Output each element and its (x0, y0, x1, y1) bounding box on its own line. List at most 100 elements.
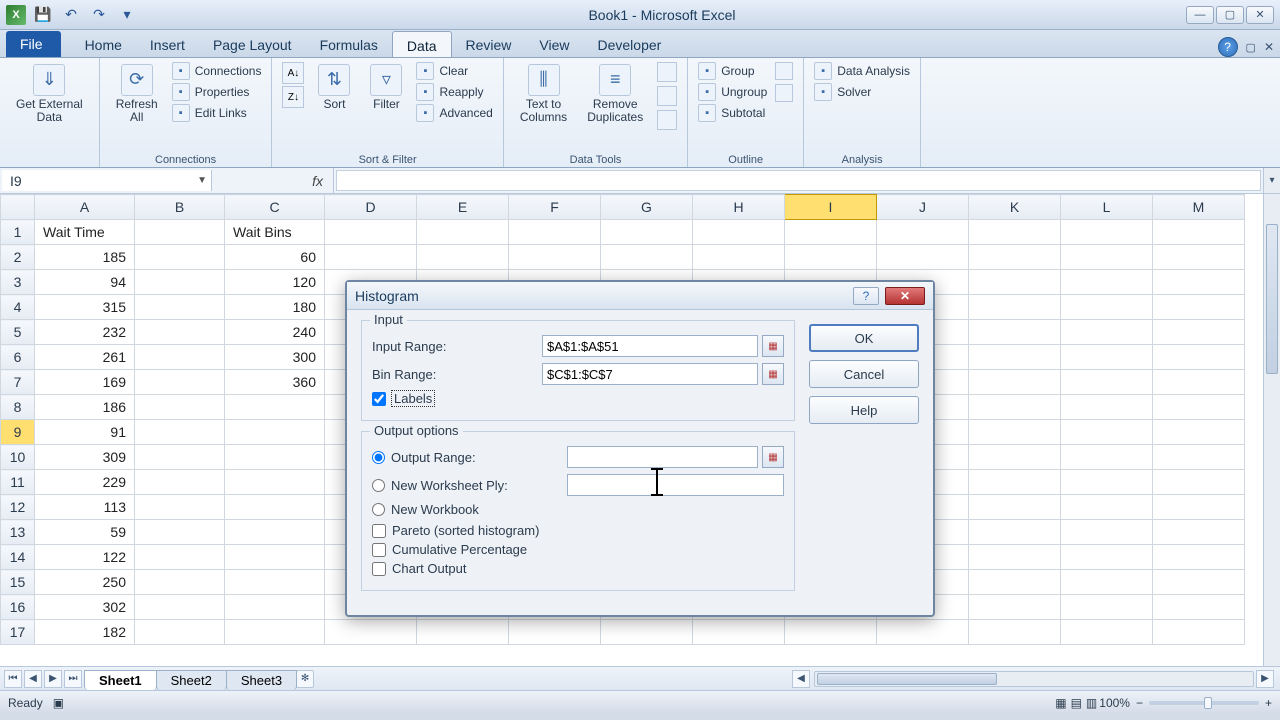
cell-A15[interactable]: 250 (35, 570, 135, 595)
cell-G1[interactable] (601, 220, 693, 245)
cell-L9[interactable] (1061, 420, 1153, 445)
cell-B4[interactable] (135, 295, 225, 320)
formula-bar[interactable] (336, 170, 1261, 191)
cell-B3[interactable] (135, 270, 225, 295)
cell-K16[interactable] (969, 595, 1061, 620)
row-header-2[interactable]: 2 (1, 245, 35, 270)
cell-L16[interactable] (1061, 595, 1153, 620)
cell-I1[interactable] (785, 220, 877, 245)
cancel-button[interactable]: Cancel (809, 360, 919, 388)
redo-icon[interactable]: ↷ (88, 4, 110, 26)
cell-B11[interactable] (135, 470, 225, 495)
cell-A2[interactable]: 185 (35, 245, 135, 270)
cell-L12[interactable] (1061, 495, 1153, 520)
cell-M6[interactable] (1153, 345, 1245, 370)
row-header-17[interactable]: 17 (1, 620, 35, 645)
help-icon[interactable]: ? (1218, 37, 1238, 57)
cumulative-checkbox[interactable] (372, 543, 386, 557)
cell-B5[interactable] (135, 320, 225, 345)
cell-K17[interactable] (969, 620, 1061, 645)
cell-M10[interactable] (1153, 445, 1245, 470)
horizontal-scrollbar[interactable] (814, 671, 1254, 687)
cell-K7[interactable] (969, 370, 1061, 395)
cell-C17[interactable] (225, 620, 325, 645)
cell-M14[interactable] (1153, 545, 1245, 570)
analysis-solver-button[interactable]: ▪Solver (814, 83, 910, 101)
cell-A7[interactable]: 169 (35, 370, 135, 395)
analysis-data-analysis-button[interactable]: ▪Data Analysis (814, 62, 910, 80)
hide-detail-icon[interactable] (775, 84, 793, 102)
cell-C3[interactable]: 120 (225, 270, 325, 295)
cell-A17[interactable]: 182 (35, 620, 135, 645)
col-header-I[interactable]: I (785, 195, 877, 220)
show-detail-icon[interactable] (775, 62, 793, 80)
input-range-picker-icon[interactable]: ▦ (762, 335, 784, 357)
tab-insert[interactable]: Insert (136, 31, 199, 57)
dialog-help-icon[interactable]: ? (853, 287, 879, 305)
row-header-14[interactable]: 14 (1, 545, 35, 570)
cell-B7[interactable] (135, 370, 225, 395)
output-range-field[interactable] (567, 446, 758, 468)
cell-M2[interactable] (1153, 245, 1245, 270)
col-header-M[interactable]: M (1153, 195, 1245, 220)
outline-group-button[interactable]: ▪Group (698, 62, 767, 80)
col-header-F[interactable]: F (509, 195, 601, 220)
cell-C15[interactable] (225, 570, 325, 595)
sort-button[interactable]: ⇅ Sort (312, 62, 356, 113)
col-header-L[interactable]: L (1061, 195, 1153, 220)
view-break-icon[interactable]: ▥ (1086, 696, 1097, 710)
cell-C1[interactable]: Wait Bins (225, 220, 325, 245)
cell-M16[interactable] (1153, 595, 1245, 620)
conn-properties-button[interactable]: ▪Properties (172, 83, 262, 101)
row-header-8[interactable]: 8 (1, 395, 35, 420)
conn-edit-links-button[interactable]: ▪Edit Links (172, 104, 262, 122)
tab-developer[interactable]: Developer (584, 31, 676, 57)
cell-K1[interactable] (969, 220, 1061, 245)
ok-button[interactable]: OK (809, 324, 919, 352)
data-validation-icon[interactable] (657, 62, 677, 82)
output-range-picker-icon[interactable]: ▦ (762, 446, 784, 468)
cell-M9[interactable] (1153, 420, 1245, 445)
save-icon[interactable]: 💾 (32, 4, 54, 26)
consolidate-icon[interactable] (657, 86, 677, 106)
cell-I2[interactable] (785, 245, 877, 270)
col-header-B[interactable]: B (135, 195, 225, 220)
cell-K3[interactable] (969, 270, 1061, 295)
select-all-cell[interactable] (1, 195, 35, 220)
output-range-radio-label[interactable]: Output Range: (372, 450, 567, 465)
zoom-out-button[interactable]: − (1136, 696, 1143, 710)
last-sheet-button[interactable]: ⏭ (64, 670, 82, 688)
zoom-slider[interactable] (1149, 701, 1259, 705)
row-header-7[interactable]: 7 (1, 370, 35, 395)
col-header-J[interactable]: J (877, 195, 969, 220)
row-header-1[interactable]: 1 (1, 220, 35, 245)
cell-C7[interactable]: 360 (225, 370, 325, 395)
cell-L17[interactable] (1061, 620, 1153, 645)
cell-A12[interactable]: 113 (35, 495, 135, 520)
cell-L7[interactable] (1061, 370, 1153, 395)
cell-J2[interactable] (877, 245, 969, 270)
cell-M5[interactable] (1153, 320, 1245, 345)
outline-ungroup-button[interactable]: ▪Ungroup (698, 83, 767, 101)
col-header-K[interactable]: K (969, 195, 1061, 220)
cell-A3[interactable]: 94 (35, 270, 135, 295)
chevron-down-icon[interactable]: ▼ (197, 175, 207, 186)
cell-H1[interactable] (693, 220, 785, 245)
row-header-15[interactable]: 15 (1, 570, 35, 595)
cell-L8[interactable] (1061, 395, 1153, 420)
cell-A5[interactable]: 232 (35, 320, 135, 345)
filter-clear-button[interactable]: ▪Clear (416, 62, 492, 80)
cell-C13[interactable] (225, 520, 325, 545)
cell-D17[interactable] (325, 620, 417, 645)
doc-close-icon[interactable]: ✕ (1264, 40, 1274, 54)
cell-K15[interactable] (969, 570, 1061, 595)
row-header-11[interactable]: 11 (1, 470, 35, 495)
conn-connections-button[interactable]: ▪Connections (172, 62, 262, 80)
cell-M13[interactable] (1153, 520, 1245, 545)
maximize-button[interactable]: ▢ (1216, 6, 1244, 24)
cell-A16[interactable]: 302 (35, 595, 135, 620)
cell-A14[interactable]: 122 (35, 545, 135, 570)
file-tab[interactable]: File (6, 31, 61, 57)
cell-A6[interactable]: 261 (35, 345, 135, 370)
tab-data[interactable]: Data (392, 31, 452, 57)
